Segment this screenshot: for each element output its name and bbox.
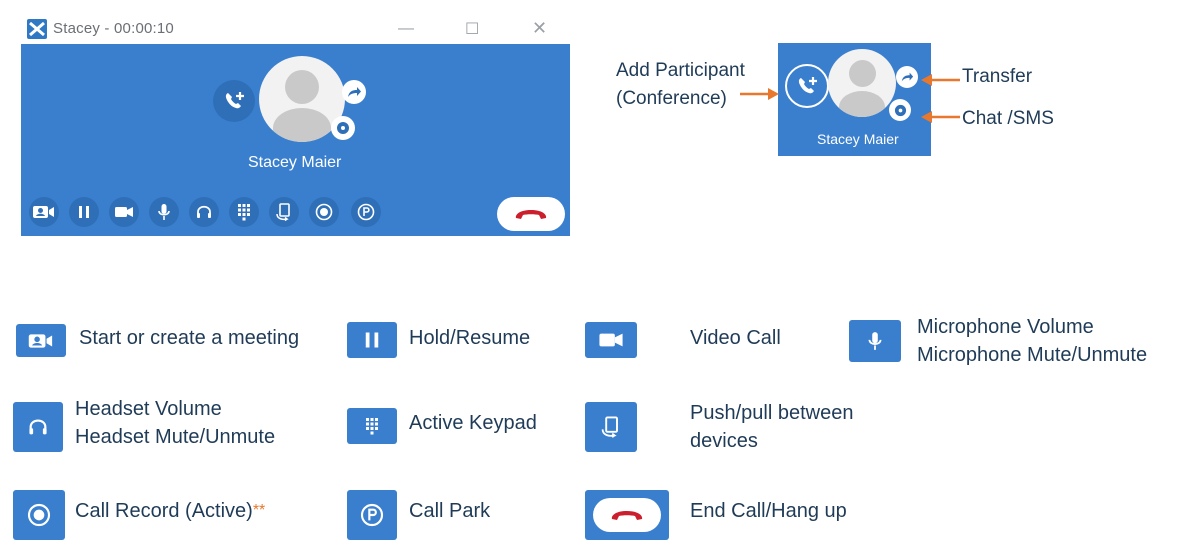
legend-mic-volume-label: Microphone Volume [917,316,1094,338]
hang-up-icon [611,511,643,520]
transfer-button[interactable] [342,80,366,104]
hang-up-icon [515,210,547,219]
add-participant-label: Add Participant [616,60,745,81]
callout-chat-button [889,99,911,121]
meeting-icon [28,333,53,348]
legend-push-pull-label: Push/pull between [690,402,854,424]
push-pull-device-icon [601,416,618,438]
legend-meeting-label: Start or create a meeting [79,327,300,349]
legend-video-label: Video Call [690,327,781,349]
arrow-left-icon [921,74,960,86]
video-camera-icon [115,207,133,217]
legend-keypad-label: Active Keypad [409,412,537,434]
park-button[interactable] [351,197,381,227]
arrow-left-icon [921,111,960,123]
legend-push-pull-tile [585,402,637,452]
legend-hold-label: Hold/Resume [409,327,531,349]
keypad-icon [366,418,378,435]
maximize-button[interactable]: ☐ [465,19,479,39]
chat-icon [894,104,906,116]
contact-name: Stacey Maier [248,154,342,171]
park-icon [357,203,375,221]
end-call-button[interactable] [497,197,565,231]
park-icon [360,503,384,527]
transfer-icon [348,87,361,97]
phone-plus-icon [798,77,817,94]
callout-contact-name: Stacey Maier [817,131,899,147]
conference-label: (Conference) [616,88,727,109]
legend-record-label: Call Record (Active)** [75,497,265,525]
legend-headset-volume-label: Headset Volume [75,398,222,420]
push-pull-device-icon [276,203,290,222]
legend-record-text: Call Record (Active) [75,500,253,522]
legend-endcall-label: End Call/Hang up [690,500,847,522]
record-button[interactable] [309,197,339,227]
close-button[interactable]: ✕ [532,18,547,39]
keypad-button[interactable] [229,197,259,227]
window-title: Stacey - 00:00:10 [53,20,174,37]
legend-hold-tile [347,322,397,358]
chat-button[interactable] [331,116,355,140]
pause-icon [79,206,89,218]
callout-avatar [828,49,896,117]
legend-park-tile [347,490,397,540]
legend-record-footnote-mark: ** [252,502,266,519]
add-participant-button[interactable] [213,80,255,122]
video-button[interactable] [109,197,139,227]
chat-icon [337,122,349,134]
add-participant-callout-button [785,64,829,108]
legend-headset-tile [13,402,63,452]
video-camera-icon [599,333,623,347]
legend-mic-tile [849,320,901,362]
app-logo-icon [27,19,47,39]
meeting-icon [33,206,54,218]
legend-headset-mute-label: Headset Mute/Unmute [75,426,276,448]
minimize-button[interactable]: — [398,20,414,38]
keypad-icon [238,204,250,221]
legend-mic-mute-label: Microphone Mute/Unmute [917,344,1148,366]
pause-icon [365,332,379,348]
legend-video-tile [585,322,637,358]
legend-park-label: Call Park [409,500,491,522]
legend-record-tile [13,490,65,540]
headset-button[interactable] [189,197,219,227]
meeting-button[interactable] [29,197,59,227]
arrow-right-icon [740,88,779,100]
phone-plus-icon [225,92,244,109]
headset-icon [29,419,47,435]
hold-button[interactable] [69,197,99,227]
legend-meeting-tile [16,324,66,357]
legend-keypad-tile [347,408,397,444]
legend-devices-label: devices [690,430,758,452]
headset-icon [197,205,211,218]
microphone-button[interactable] [149,197,179,227]
transfer-icon [901,72,914,82]
record-icon [315,203,333,221]
transfer-label: Transfer [962,66,1033,87]
push-pull-button[interactable] [269,197,299,227]
legend-endcall-tile [585,490,669,540]
microphone-icon [158,204,170,220]
record-icon [27,503,51,527]
chat-label: Chat /SMS [962,108,1054,129]
microphone-icon [868,332,882,350]
callout-transfer-button [896,66,918,88]
